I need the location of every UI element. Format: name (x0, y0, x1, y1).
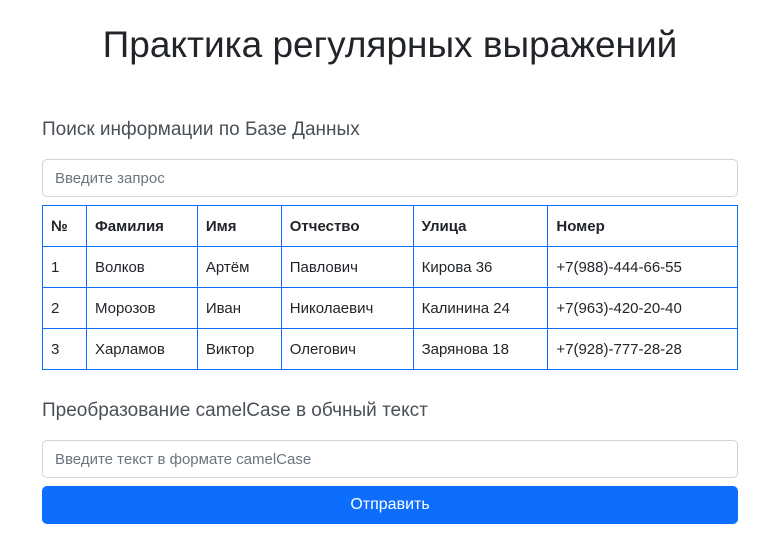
cell-patronymic: Николаевич (280, 287, 414, 329)
cell-phone: +7(963)-420-20-40 (547, 287, 738, 329)
cell-number: 1 (42, 246, 87, 288)
table-row: 1 Волков Артём Павлович Кирова 36 +7(988… (42, 246, 738, 288)
cell-phone: +7(928)-777-28-28 (547, 328, 738, 370)
cell-surname: Морозов (85, 287, 198, 329)
cell-name: Артём (196, 246, 282, 288)
column-header-phone: Номер (547, 205, 738, 247)
search-section-title: Поиск информации по Базе Данных (42, 119, 360, 140)
table-row: 2 Морозов Иван Николаевич Калинина 24 +7… (42, 287, 738, 329)
cell-number: 3 (42, 328, 87, 370)
search-input[interactable] (42, 159, 738, 197)
cell-surname: Волков (85, 246, 198, 288)
cell-street: Зарянова 18 (412, 328, 549, 370)
column-header-surname: Фамилия (85, 205, 198, 247)
table-header-row: № Фамилия Имя Отчество Улица Номер (42, 205, 738, 247)
cell-surname: Харламов (85, 328, 198, 370)
cell-street: Кирова 36 (412, 246, 549, 288)
cell-phone: +7(988)-444-66-55 (547, 246, 738, 288)
cell-patronymic: Олегович (280, 328, 414, 370)
camelcase-section-title: Преобразование camelCase в обчный текст (42, 400, 428, 421)
submit-button[interactable]: Отправить (42, 486, 738, 524)
people-table: № Фамилия Имя Отчество Улица Номер 1 Вол… (42, 205, 738, 370)
column-header-patronymic: Отчество (280, 205, 414, 247)
column-header-street: Улица (412, 205, 549, 247)
column-header-name: Имя (196, 205, 282, 247)
cell-number: 2 (42, 287, 87, 329)
cell-patronymic: Павлович (280, 246, 414, 288)
cell-name: Виктор (196, 328, 282, 370)
camelcase-input[interactable] (42, 440, 738, 478)
page-title: Практика регулярных выражений (102, 24, 678, 65)
table-row: 3 Харламов Виктор Олегович Зарянова 18 +… (42, 328, 738, 370)
cell-street: Калинина 24 (412, 287, 549, 329)
column-header-number: № (42, 205, 87, 247)
cell-name: Иван (196, 287, 282, 329)
